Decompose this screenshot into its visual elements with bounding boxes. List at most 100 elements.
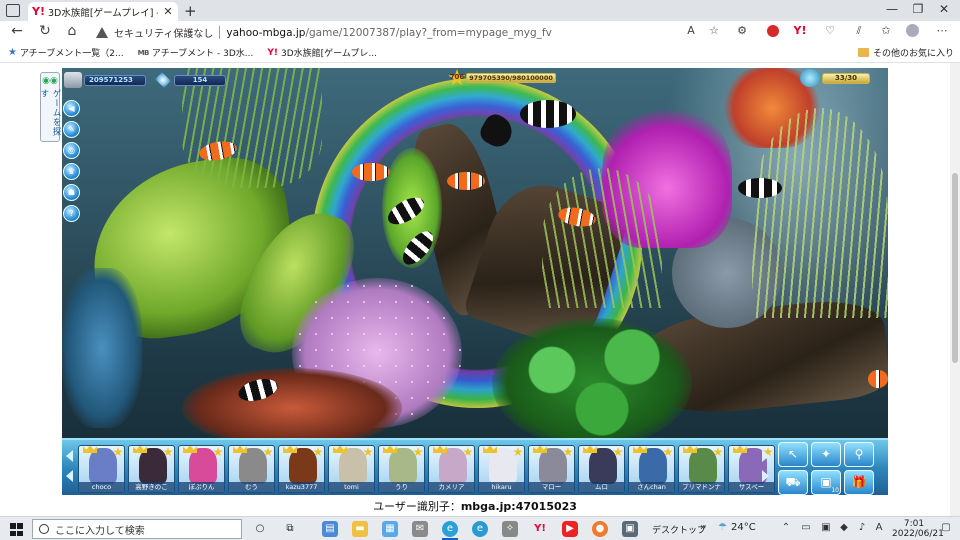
round-leaf-plant bbox=[492, 318, 692, 448]
refresh-icon[interactable]: ↻ bbox=[36, 23, 54, 39]
address-bar[interactable]: セキュリティ保護なし yahoo-mbga.jp/game/12007387/p… bbox=[96, 23, 736, 41]
restore-icon[interactable]: ❐ bbox=[910, 2, 926, 16]
friend-card[interactable]: さんchan bbox=[628, 445, 675, 493]
back-arrow-icon[interactable]: ← bbox=[8, 23, 26, 39]
app-icon[interactable]: ✧ bbox=[502, 521, 518, 537]
friend-card[interactable]: カメリア bbox=[428, 445, 475, 493]
cursor-icon[interactable]: ↖ bbox=[778, 442, 808, 467]
favorites-icon[interactable]: ✩ bbox=[878, 24, 894, 40]
friend-card[interactable]: kazu3777 bbox=[278, 445, 325, 493]
yahoo-icon[interactable]: Y! bbox=[792, 24, 808, 40]
level-display: 706 979705390/980100000 bbox=[448, 69, 556, 86]
more-menu-icon[interactable]: ⋯ bbox=[934, 24, 950, 40]
file-explorer-icon[interactable]: ▬ bbox=[352, 521, 368, 537]
friend-card[interactable]: プリマドンナ bbox=[678, 445, 725, 493]
weather-widget[interactable]: ☂ 24°C bbox=[718, 522, 756, 533]
crown-icon bbox=[533, 446, 547, 453]
scrollbar-thumb[interactable] bbox=[952, 173, 958, 363]
task-view-icon[interactable]: ⧉ bbox=[282, 521, 298, 537]
app-icon[interactable]: ▤ bbox=[322, 521, 338, 537]
avatar bbox=[489, 448, 517, 484]
scroll-left-icon[interactable] bbox=[66, 450, 73, 462]
mail-icon[interactable]: ✉ bbox=[412, 521, 428, 537]
firefox-icon[interactable]: ● bbox=[592, 521, 608, 537]
speaker-icon[interactable]: ♪ bbox=[856, 522, 868, 533]
friend-card[interactable]: ぽぷりん bbox=[178, 445, 225, 493]
other-favorites[interactable]: その他のお気に入り bbox=[857, 46, 954, 59]
scroll-right-icon[interactable] bbox=[762, 450, 769, 462]
help-icon[interactable]: ? bbox=[63, 205, 80, 222]
heart-pulse-icon[interactable]: ♡ bbox=[822, 24, 838, 40]
friend-card[interactable]: ムロ bbox=[578, 445, 625, 493]
favorite-item[interactable]: ★ アチーブメント一覧（2... bbox=[8, 46, 124, 59]
favorite-item[interactable]: MB アチーブメント - 3D水... bbox=[138, 46, 254, 60]
network-icon[interactable]: ▭ bbox=[800, 522, 812, 533]
cart-icon[interactable]: ⛟ bbox=[778, 470, 808, 495]
dropbox-icon[interactable]: ◆ bbox=[838, 522, 850, 533]
red-extension-icon[interactable] bbox=[765, 24, 781, 40]
url-text: yahoo-mbga.jp/game/12007387/play?_from=m… bbox=[226, 26, 552, 39]
friend-card[interactable]: むう bbox=[228, 445, 275, 493]
grass bbox=[542, 168, 662, 308]
scroll-last-icon[interactable] bbox=[762, 470, 769, 482]
windows-start-icon[interactable] bbox=[10, 523, 23, 536]
friend-card[interactable]: マロー bbox=[528, 445, 575, 493]
trophy-icon[interactable]: ♛ bbox=[63, 163, 80, 180]
notification-icon[interactable]: ▢ bbox=[940, 522, 952, 533]
youtube-icon[interactable]: ▶ bbox=[562, 521, 578, 537]
star-icon: ★ bbox=[8, 47, 17, 58]
read-aloud-icon[interactable]: A bbox=[683, 24, 699, 40]
avatar bbox=[89, 448, 117, 484]
edge-icon[interactable]: e bbox=[472, 521, 488, 537]
friend-card[interactable]: choco bbox=[78, 445, 125, 493]
friend-name: プリマドンナ bbox=[679, 482, 724, 492]
close-tab-icon[interactable]: ✕ bbox=[162, 5, 174, 18]
paint-icon[interactable]: ✎ bbox=[63, 121, 80, 138]
app-icon[interactable]: ▦ bbox=[382, 521, 398, 537]
yahoo-icon[interactable]: Y! bbox=[532, 521, 548, 537]
scroll-first-icon[interactable] bbox=[66, 470, 73, 482]
tool-glyph: ⛟ bbox=[785, 475, 801, 489]
edge-icon[interactable]: e bbox=[442, 521, 458, 537]
friend-card[interactable]: tomi bbox=[328, 445, 375, 493]
friend-card[interactable]: 高野きのこ bbox=[128, 445, 175, 493]
window-close-icon[interactable]: ✕ bbox=[936, 2, 952, 16]
split-screen-icon[interactable]: ⫽ bbox=[851, 24, 867, 40]
volume-icon[interactable]: ▣ bbox=[820, 522, 832, 533]
tab-actions-icon[interactable] bbox=[6, 4, 20, 17]
ime-icon[interactable]: A bbox=[873, 522, 885, 533]
friend-name: ムロ bbox=[579, 482, 624, 492]
food-icon[interactable]: ☗ bbox=[63, 184, 80, 201]
friend-card[interactable]: hikaru bbox=[478, 445, 525, 493]
add-favorite-icon[interactable]: ☆ bbox=[706, 24, 722, 40]
minimize-icon[interactable]: — bbox=[884, 2, 900, 16]
tab-title: 3D水族館[ゲームプレイ] - ゲームならMobage bbox=[48, 7, 158, 19]
camera-icon[interactable]: ◎ bbox=[63, 142, 80, 159]
search-icon bbox=[39, 524, 49, 534]
find-games-tab[interactable]: ◉◉ ゲームを探す bbox=[39, 72, 61, 142]
tool-glyph: ↖ bbox=[787, 447, 799, 461]
sound-icon[interactable]: ◀ bbox=[63, 100, 80, 117]
cortana-icon[interactable]: ○ bbox=[252, 521, 268, 537]
browser-tab[interactable]: Y! 3D水族館[ゲームプレイ] - ゲームならMobage ✕ bbox=[28, 2, 178, 21]
page-scrollbar[interactable] bbox=[950, 63, 960, 518]
system-clock[interactable]: 7:01 2022/06/21 bbox=[892, 519, 944, 539]
app-icon[interactable]: ▣ bbox=[622, 521, 638, 537]
friend-card[interactable]: うり bbox=[378, 445, 425, 493]
tray-expand-icon[interactable]: » bbox=[697, 522, 709, 533]
gamepad-icon[interactable]: ✦ bbox=[811, 442, 841, 467]
magnifier-icon[interactable]: ⚲ bbox=[844, 442, 874, 467]
favorite-label: 3D水族館[ゲームプレ... bbox=[281, 49, 377, 59]
taskbar-search[interactable]: ここに入力して検索 bbox=[32, 519, 242, 539]
crown-icon bbox=[383, 446, 397, 453]
gift-icon[interactable]: 🎁 bbox=[844, 470, 874, 495]
new-tab-icon[interactable]: + bbox=[184, 2, 198, 20]
blue-plant bbox=[62, 268, 142, 428]
settings-icon[interactable]: ⚙ bbox=[734, 24, 750, 40]
chevron-up-icon[interactable]: ⌃ bbox=[780, 522, 792, 533]
aquarium-game-canvas[interactable]: 209571253 154 706 979705390/980100000 33… bbox=[62, 68, 888, 495]
profile-icon[interactable] bbox=[904, 24, 920, 40]
home-icon[interactable]: ⌂ bbox=[63, 23, 81, 39]
favorite-item[interactable]: Y! 3D水族館[ゲームプレ... bbox=[267, 46, 377, 60]
box-icon[interactable]: ▣ 10 bbox=[811, 470, 841, 495]
